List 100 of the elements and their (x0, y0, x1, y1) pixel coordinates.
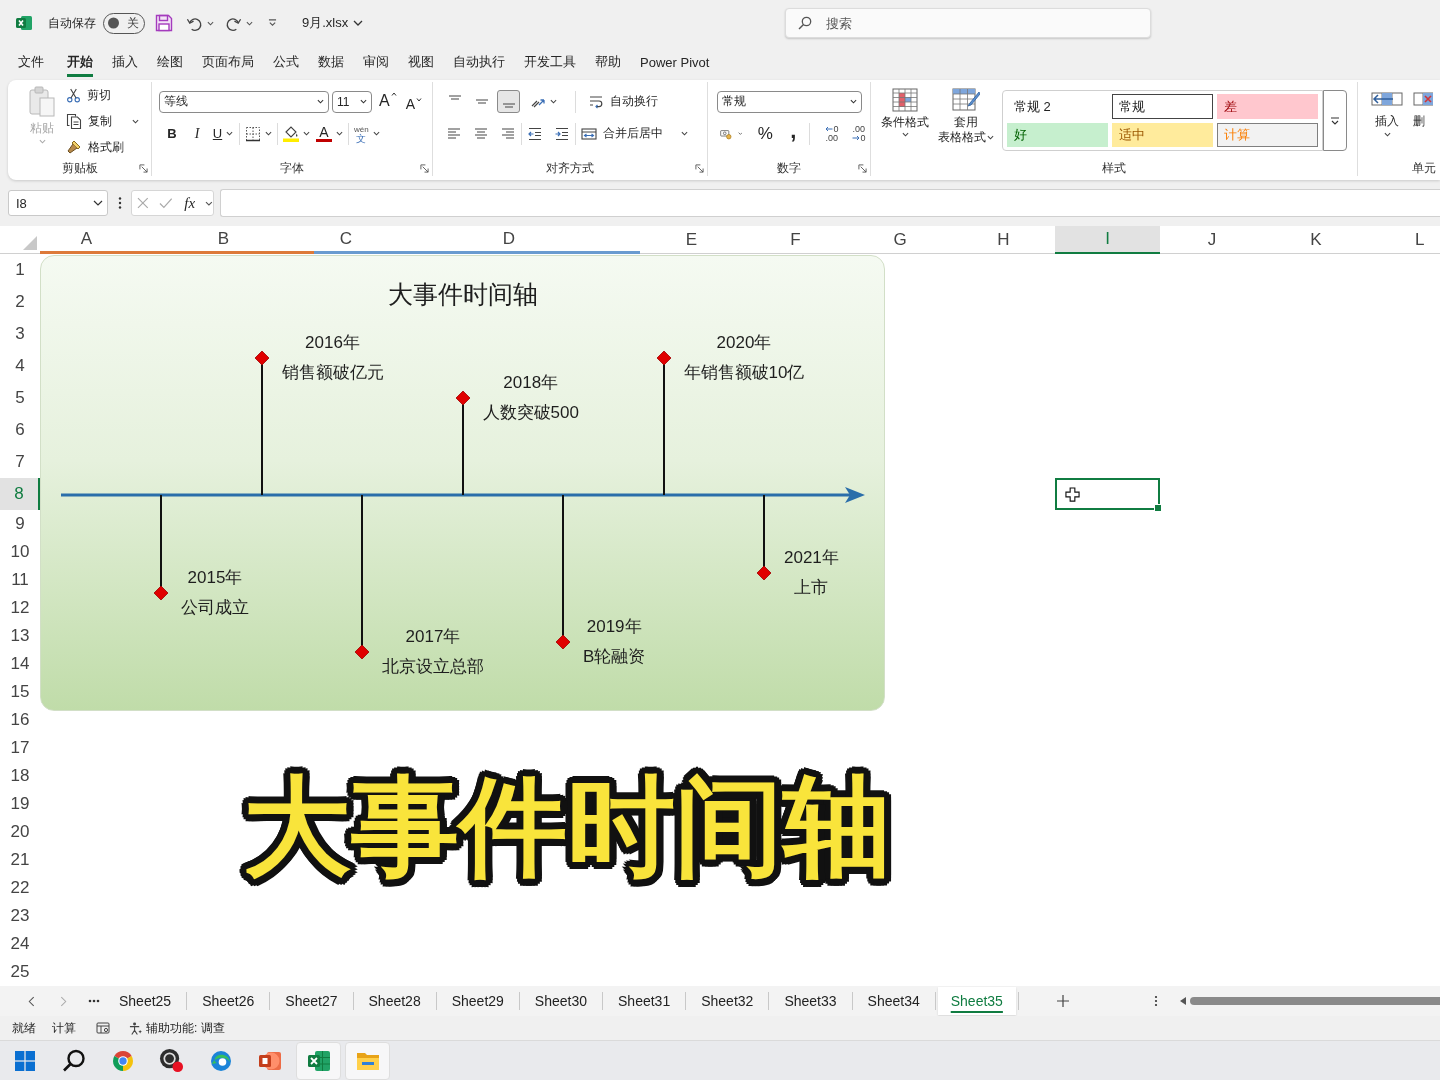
row-header[interactable]: 24 (0, 930, 40, 958)
vertical-align-button[interactable] (497, 90, 520, 113)
row-header[interactable]: 10 (0, 538, 40, 566)
caret-icon[interactable] (205, 200, 213, 206)
vertical-dots-icon[interactable] (1153, 995, 1158, 1007)
format-painter-button[interactable]: 格式刷 (66, 134, 139, 160)
row-header[interactable]: 25 (0, 958, 40, 986)
row-header[interactable]: 13 (0, 622, 40, 650)
dialog-launcher-icon[interactable] (858, 164, 867, 173)
row-header[interactable]: 16 (0, 706, 40, 734)
row-header[interactable]: 4 (0, 350, 40, 382)
row-header[interactable]: 19 (0, 790, 40, 818)
dialog-launcher-icon[interactable] (420, 164, 429, 173)
menu-tab[interactable]: 公式 (273, 46, 299, 77)
row-header[interactable]: 15 (0, 678, 40, 706)
column-header[interactable]: I (1055, 226, 1160, 254)
vertical-dots-icon[interactable] (118, 196, 122, 210)
file-name-button[interactable]: 9月.xlsx (302, 14, 364, 32)
scroll-left-arrow-icon[interactable] (1179, 997, 1186, 1005)
comma-style-button[interactable]: , (782, 122, 805, 145)
sheet-tab[interactable]: Sheet25 (106, 987, 185, 1015)
formula-input[interactable] (220, 189, 1440, 217)
sheet-tab[interactable]: Sheet27 (272, 987, 351, 1015)
scrollbar-thumb[interactable] (1189, 997, 1440, 1005)
insert-function-button[interactable]: fx (184, 194, 196, 212)
font-size-dropdown[interactable]: 11 (332, 90, 372, 113)
menu-tab[interactable]: 开发工具 (524, 46, 576, 77)
italic-button[interactable]: I (186, 122, 208, 145)
decrease-decimal-button[interactable]: .00 0 (848, 122, 870, 145)
row-header[interactable]: 1 (0, 254, 40, 286)
row-header[interactable]: 8 (0, 478, 40, 510)
menu-tab[interactable]: 数据 (318, 46, 344, 77)
caret-icon[interactable] (132, 118, 139, 124)
copy-button[interactable]: 复制 (66, 108, 139, 134)
conditional-formatting-button[interactable]: 条件格式 (879, 82, 931, 137)
sheet-mode-icon[interactable] (96, 1022, 110, 1034)
percent-style-button[interactable]: % (754, 122, 777, 145)
sheet-tab[interactable]: Sheet30 (521, 987, 601, 1015)
fill-handle[interactable] (1154, 504, 1162, 512)
row-header[interactable]: 23 (0, 902, 40, 930)
menu-tab[interactable]: 开始 (67, 46, 93, 77)
row-header[interactable]: 14 (0, 650, 40, 678)
sheet-tab[interactable]: Sheet33 (771, 987, 850, 1015)
sheet-tab[interactable]: Sheet29 (438, 987, 517, 1015)
align-right-icon[interactable] (500, 125, 516, 142)
name-box[interactable]: I8 (8, 190, 108, 216)
sheet-tab[interactable]: Sheet34 (854, 987, 933, 1015)
phonetic-guide-button[interactable]: wén 文 (354, 122, 380, 145)
caret-icon[interactable] (246, 20, 253, 26)
row-header[interactable]: 7 (0, 446, 40, 478)
row-header[interactable]: 21 (0, 846, 40, 874)
increase-indent-icon[interactable] (554, 125, 570, 142)
wrap-text-button[interactable]: 自动换行 (588, 88, 658, 115)
sheet-tab[interactable]: Sheet32 (688, 987, 767, 1015)
row-header[interactable]: 22 (0, 874, 40, 902)
cell-style-option[interactable]: 常规 (1112, 94, 1213, 119)
cell-style-option[interactable]: 适中 (1112, 123, 1213, 147)
caret-icon[interactable] (681, 131, 688, 136)
decrease-indent-icon[interactable] (527, 125, 543, 142)
caret-icon[interactable] (207, 20, 214, 26)
bold-button[interactable]: B (161, 122, 183, 145)
delete-cells-button[interactable]: 删 (1413, 82, 1437, 128)
sheet-tab[interactable]: Sheet28 (355, 987, 434, 1015)
sheet-tab[interactable]: Sheet26 (189, 987, 268, 1015)
row-header[interactable]: 5 (0, 382, 40, 414)
format-as-table-button[interactable]: 套用 表格格式 (935, 82, 997, 144)
menu-tab[interactable]: 帮助 (595, 46, 621, 77)
row-header[interactable]: 6 (0, 414, 40, 446)
menu-tab[interactable]: 绘图 (157, 46, 183, 77)
chevron-left-icon[interactable] (28, 995, 35, 1007)
search-field[interactable]: 搜索 (785, 8, 1151, 38)
more-dots-icon[interactable] (88, 999, 100, 1003)
row-header[interactable]: 9 (0, 510, 40, 538)
timeline-card[interactable]: 大事件时间轴 2015年 公司成立 2016年 销售额破亿元 2017年 北京设立总部 2018年 人数突破500 2019年 B轮融资 2020年 年销售额破10亿 2021年 上市 (40, 255, 885, 711)
plus-icon[interactable] (1056, 995, 1069, 1007)
menu-tab[interactable]: 自动执行 (453, 46, 505, 77)
row-header[interactable]: 3 (0, 318, 40, 350)
menu-tab[interactable]: 插入 (112, 46, 138, 77)
shrink-font-button[interactable]: A (405, 91, 422, 112)
sheet-tab[interactable]: Sheet35 (937, 987, 1016, 1015)
row-header[interactable]: 20 (0, 818, 40, 846)
menu-tab[interactable]: 文件 (18, 46, 44, 77)
accessibility-button[interactable]: 辅助功能: 调查 (129, 1019, 225, 1037)
menu-tab[interactable]: 页面布局 (202, 46, 254, 77)
menu-tab[interactable]: Power Pivot (640, 46, 710, 77)
cut-button[interactable]: 剪切 (66, 82, 139, 108)
save-icon[interactable] (155, 14, 173, 32)
active-cell[interactable] (1055, 478, 1160, 510)
row-header[interactable]: 17 (0, 734, 40, 762)
increase-decimal-button[interactable]: 0 .00 (821, 122, 843, 145)
underline-button[interactable]: U (212, 122, 234, 145)
menu-tab[interactable]: 视图 (408, 46, 434, 77)
row-header[interactable]: 2 (0, 286, 40, 318)
check-icon[interactable] (158, 197, 173, 209)
dialog-launcher-icon[interactable] (139, 164, 148, 173)
row-header[interactable]: 11 (0, 566, 40, 594)
grow-font-button[interactable]: A (379, 91, 397, 112)
align-center-icon[interactable] (473, 125, 489, 142)
insert-cells-button[interactable]: 插入 (1369, 82, 1405, 137)
merge-center-button[interactable]: 合并后居中 (581, 120, 688, 147)
